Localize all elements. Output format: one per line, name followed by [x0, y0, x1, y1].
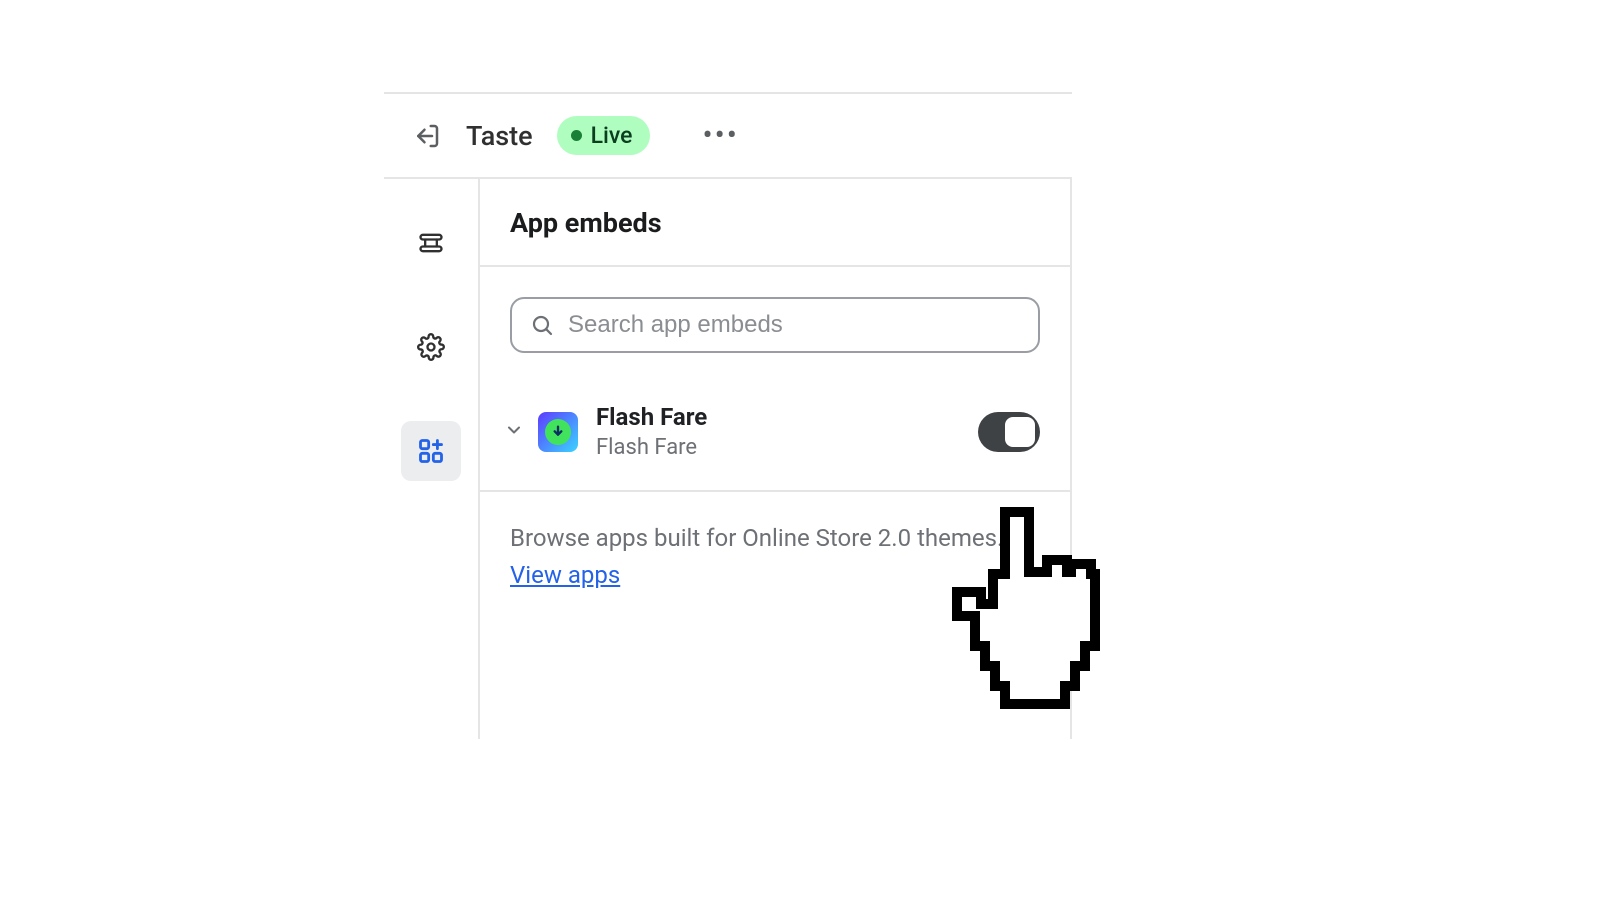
rail-settings-button[interactable]	[401, 317, 461, 377]
search-box[interactable]	[510, 297, 1040, 353]
status-dot-icon	[571, 130, 582, 141]
more-actions-button[interactable]: •••	[702, 121, 738, 151]
chevron-down-icon[interactable]	[504, 420, 524, 444]
status-badge: Live	[557, 116, 651, 155]
browse-apps-text: Browse apps built for Online Store 2.0 t…	[480, 492, 1070, 624]
toggle-knob	[1005, 417, 1035, 447]
app-enable-toggle[interactable]	[978, 412, 1040, 452]
gear-icon	[417, 333, 445, 361]
status-label: Live	[591, 122, 633, 149]
app-text: Flash Fare Flash Fare	[596, 403, 966, 460]
download-arrow-icon	[550, 424, 566, 440]
theme-editor-panel: Taste Live •••	[384, 92, 1072, 739]
view-apps-link[interactable]: View apps	[510, 561, 620, 589]
search-container	[480, 267, 1070, 385]
search-icon	[530, 313, 554, 337]
browse-description: Browse apps built for Online Store 2.0 t…	[510, 524, 1003, 552]
app-embed-row[interactable]: Flash Fare Flash Fare	[480, 385, 1070, 492]
section-title: App embeds	[480, 179, 1070, 267]
app-name: Flash Fare	[596, 403, 966, 431]
theme-name: Taste	[466, 120, 533, 152]
side-icon-rail	[384, 179, 480, 739]
exit-icon[interactable]	[412, 121, 442, 151]
rail-sections-button[interactable]	[401, 213, 461, 273]
rail-app-embeds-button[interactable]	[401, 421, 461, 481]
search-input[interactable]	[568, 311, 1020, 339]
app-vendor: Flash Fare	[596, 435, 966, 460]
app-icon	[538, 412, 578, 452]
app-embeds-content: App embeds	[480, 179, 1072, 739]
apps-icon	[417, 437, 445, 465]
panel-body: App embeds	[384, 179, 1072, 739]
sections-icon	[417, 229, 445, 257]
panel-header: Taste Live •••	[384, 94, 1072, 179]
